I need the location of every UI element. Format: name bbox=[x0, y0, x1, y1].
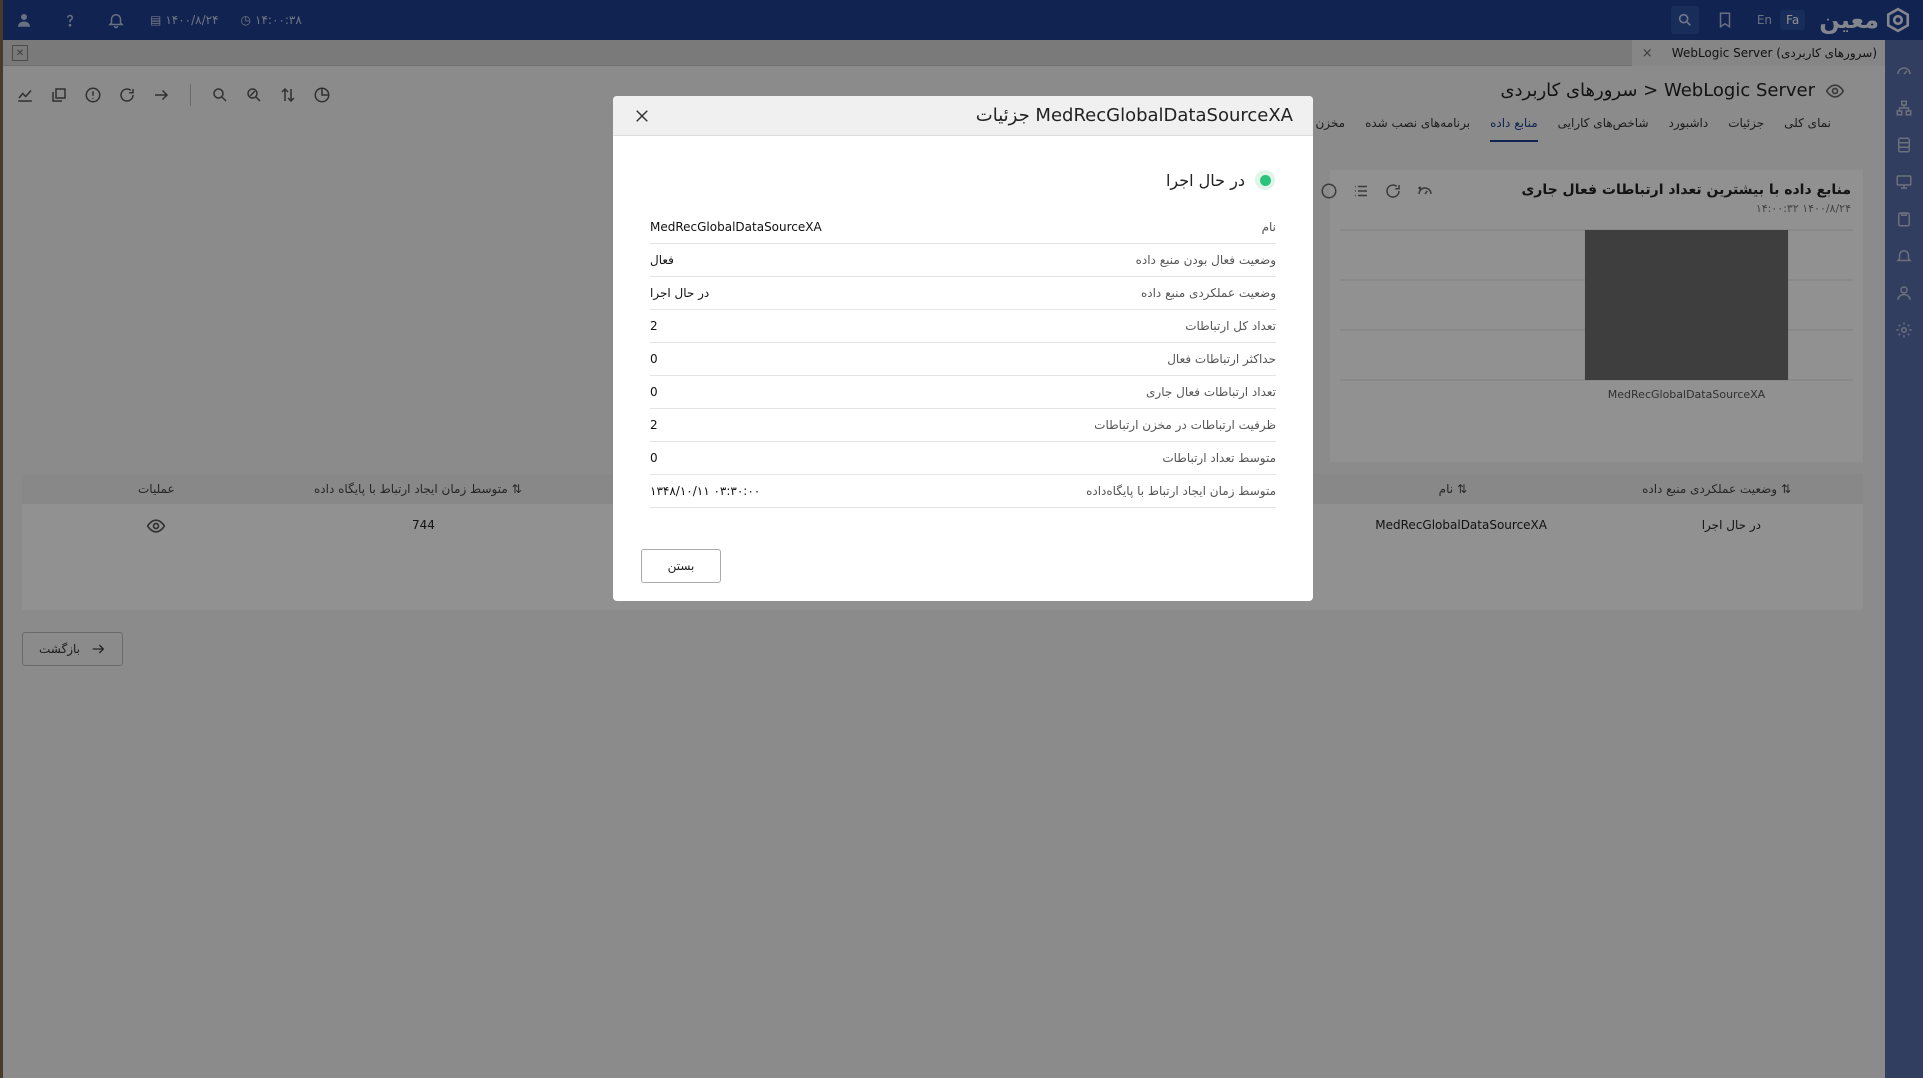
modal-close-icon[interactable] bbox=[631, 105, 653, 127]
details-list: نام MedRecGlobalDataSourceXA وضعیت فعال ب… bbox=[650, 211, 1276, 508]
detail-value: در حال اجرا bbox=[650, 286, 710, 300]
detail-value: فعال bbox=[650, 253, 674, 267]
modal-header: جزئیات MedRecGlobalDataSourceXA bbox=[613, 96, 1313, 136]
left-edge-strip bbox=[0, 0, 3, 1078]
detail-value: ۱۳۴۸/۱۰/۱۱ ۰۳:۳۰:۰۰ bbox=[650, 484, 761, 498]
detail-label: حداکثر ارتباطات فعال bbox=[1167, 352, 1276, 366]
modal-title: جزئیات MedRecGlobalDataSourceXA bbox=[975, 105, 1293, 126]
status-dot-icon bbox=[1255, 170, 1275, 190]
detail-value: MedRecGlobalDataSourceXA bbox=[650, 220, 822, 234]
detail-label: تعداد ارتباطات فعال جاری bbox=[1146, 385, 1276, 399]
modal-close-button[interactable]: بستن bbox=[641, 549, 721, 583]
detail-label: وضعیت فعال بودن منبع داده bbox=[1135, 253, 1276, 267]
detail-label: تعداد کل ارتباطات bbox=[1185, 319, 1276, 333]
modal-status-text: در حال اجرا bbox=[1165, 170, 1245, 190]
detail-value: 2 bbox=[650, 418, 658, 432]
detail-row: ظرفیت ارتباطات در مخزن ارتباطات 2 bbox=[650, 409, 1276, 442]
modal-status: در حال اجرا bbox=[1166, 170, 1275, 190]
detail-row: متوسط تعداد ارتباطات 0 bbox=[650, 442, 1276, 475]
detail-label: نام bbox=[1261, 220, 1276, 234]
detail-row: نام MedRecGlobalDataSourceXA bbox=[650, 211, 1276, 244]
detail-label: متوسط تعداد ارتباطات bbox=[1162, 451, 1276, 465]
details-modal: جزئیات MedRecGlobalDataSourceXA در حال ا… bbox=[613, 96, 1313, 601]
detail-row: حداکثر ارتباطات فعال 0 bbox=[650, 343, 1276, 376]
detail-label: متوسط زمان ایجاد ارتباط با پایگاه‌داده bbox=[1086, 484, 1276, 498]
detail-value: 2 bbox=[650, 319, 658, 333]
detail-value: 0 bbox=[650, 385, 658, 399]
detail-row: تعداد کل ارتباطات 2 bbox=[650, 310, 1276, 343]
detail-row: وضعیت فعال بودن منبع داده فعال bbox=[650, 244, 1276, 277]
detail-value: 0 bbox=[650, 352, 658, 366]
detail-row: متوسط زمان ایجاد ارتباط با پایگاه‌داده ۱۳… bbox=[650, 475, 1276, 508]
detail-value: 0 bbox=[650, 451, 658, 465]
detail-label: ظرفیت ارتباطات در مخزن ارتباطات bbox=[1094, 418, 1276, 432]
detail-label: وضعیت عملکردی منبع داده bbox=[1140, 286, 1276, 300]
detail-row: تعداد ارتباطات فعال جاری 0 bbox=[650, 376, 1276, 409]
detail-row: وضعیت عملکردی منبع داده در حال اجرا bbox=[650, 277, 1276, 310]
